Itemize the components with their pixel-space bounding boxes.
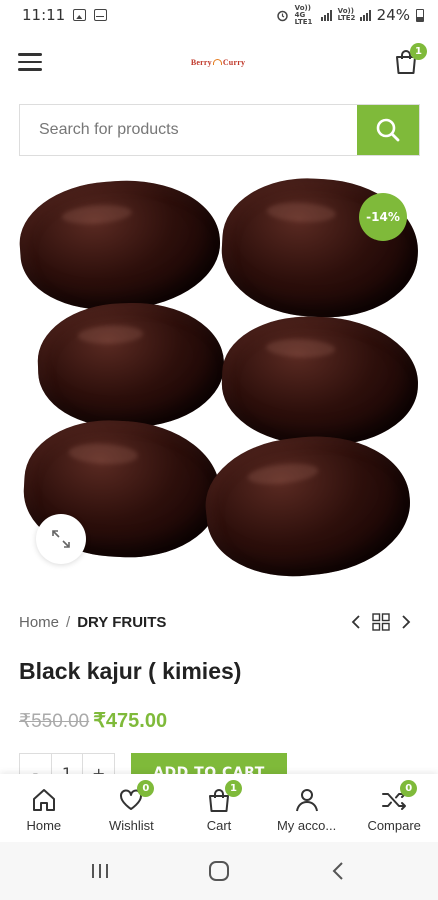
date-fruit: [199, 426, 417, 586]
home-icon: [32, 789, 55, 811]
toolbar-compare-label: Compare: [367, 818, 421, 833]
logo-text-right: Curry: [222, 57, 246, 67]
menu-icon[interactable]: [18, 53, 42, 71]
message-notification-icon: [94, 9, 108, 21]
bottom-toolbar: Home 0 Wishlist 1 Cart My acco... 0 Comp…: [0, 774, 438, 842]
product-navigation: [350, 613, 412, 631]
user-icon: [295, 789, 318, 812]
breadcrumb: Home / DRY FRUITS: [19, 614, 166, 631]
home-system-button[interactable]: [199, 851, 239, 891]
date-fruit: [15, 174, 225, 316]
zoom-button[interactable]: [36, 514, 86, 564]
battery-icon: [416, 8, 424, 22]
logo-mark-icon: [212, 59, 222, 65]
product-title: Black kajur ( kimies): [19, 658, 242, 684]
signal1-icon: [320, 9, 332, 21]
breadcrumb-home[interactable]: Home: [19, 614, 59, 631]
site-logo[interactable]: Berry Curry: [191, 58, 245, 67]
status-time: 11:11: [22, 6, 66, 24]
product-price: ₹550.00 ₹475.00: [19, 708, 167, 733]
recent-apps-icon: [91, 864, 108, 878]
expand-icon: [52, 530, 70, 548]
header-cart-count: 1: [409, 43, 427, 60]
date-fruit: [219, 313, 421, 449]
signal2-icon: [359, 9, 371, 21]
toolbar-wishlist[interactable]: 0 Wishlist: [88, 774, 176, 842]
logo-text-left: Berry: [190, 57, 212, 67]
sale-price: ₹475.00: [93, 710, 168, 732]
carrier2-label: Vo)) LTE2: [337, 7, 356, 22]
cart-count: 1: [224, 780, 242, 797]
toolbar-home[interactable]: Home: [0, 774, 88, 842]
search-input[interactable]: [20, 105, 357, 155]
breadcrumb-separator: /: [66, 614, 71, 631]
search-button[interactable]: [357, 105, 419, 155]
toolbar-cart-label: Cart: [206, 818, 232, 833]
back-icon: [332, 862, 344, 880]
status-right: Vo)) 4G LTE1 Vo)) LTE2 24%: [276, 3, 424, 26]
wishlist-count: 0: [137, 780, 155, 797]
back-button[interactable]: [318, 851, 358, 891]
site-header: Berry Curry 1: [0, 36, 438, 88]
toolbar-account-label: My acco...: [276, 818, 337, 833]
status-left: 11:11: [22, 6, 108, 24]
product-image[interactable]: [15, 173, 422, 586]
breadcrumb-category[interactable]: DRY FRUITS: [77, 614, 166, 631]
status-bar: 11:11 Vo)) 4G LTE1 Vo)) LTE2 24%: [0, 0, 438, 30]
carrier1-label: Vo)) 4G LTE1: [294, 3, 313, 26]
toolbar-compare[interactable]: 0 Compare: [350, 774, 438, 842]
battery-percent: 24%: [376, 6, 410, 24]
header-cart-button[interactable]: 1: [394, 43, 427, 75]
system-nav-bar: [0, 842, 438, 900]
alarm-icon: [276, 10, 288, 21]
compare-count: 0: [400, 780, 418, 797]
recent-apps-button[interactable]: [80, 851, 120, 891]
old-price: ₹550.00: [19, 711, 90, 732]
date-fruit: [35, 299, 227, 431]
sale-badge: -14%: [359, 193, 407, 241]
toolbar-cart[interactable]: 1 Cart: [175, 774, 263, 842]
search-bar: [19, 104, 420, 156]
toolbar-home-label: Home: [26, 818, 62, 833]
prev-product-icon[interactable]: [350, 614, 362, 630]
toolbar-wishlist-label: Wishlist: [109, 818, 154, 833]
gallery-notification-icon: [73, 9, 87, 21]
next-product-icon[interactable]: [400, 614, 412, 630]
toolbar-account[interactable]: My acco...: [263, 774, 351, 842]
home-circle-icon: [208, 861, 229, 881]
search-icon: [376, 118, 400, 142]
grid-icon[interactable]: [372, 613, 390, 631]
